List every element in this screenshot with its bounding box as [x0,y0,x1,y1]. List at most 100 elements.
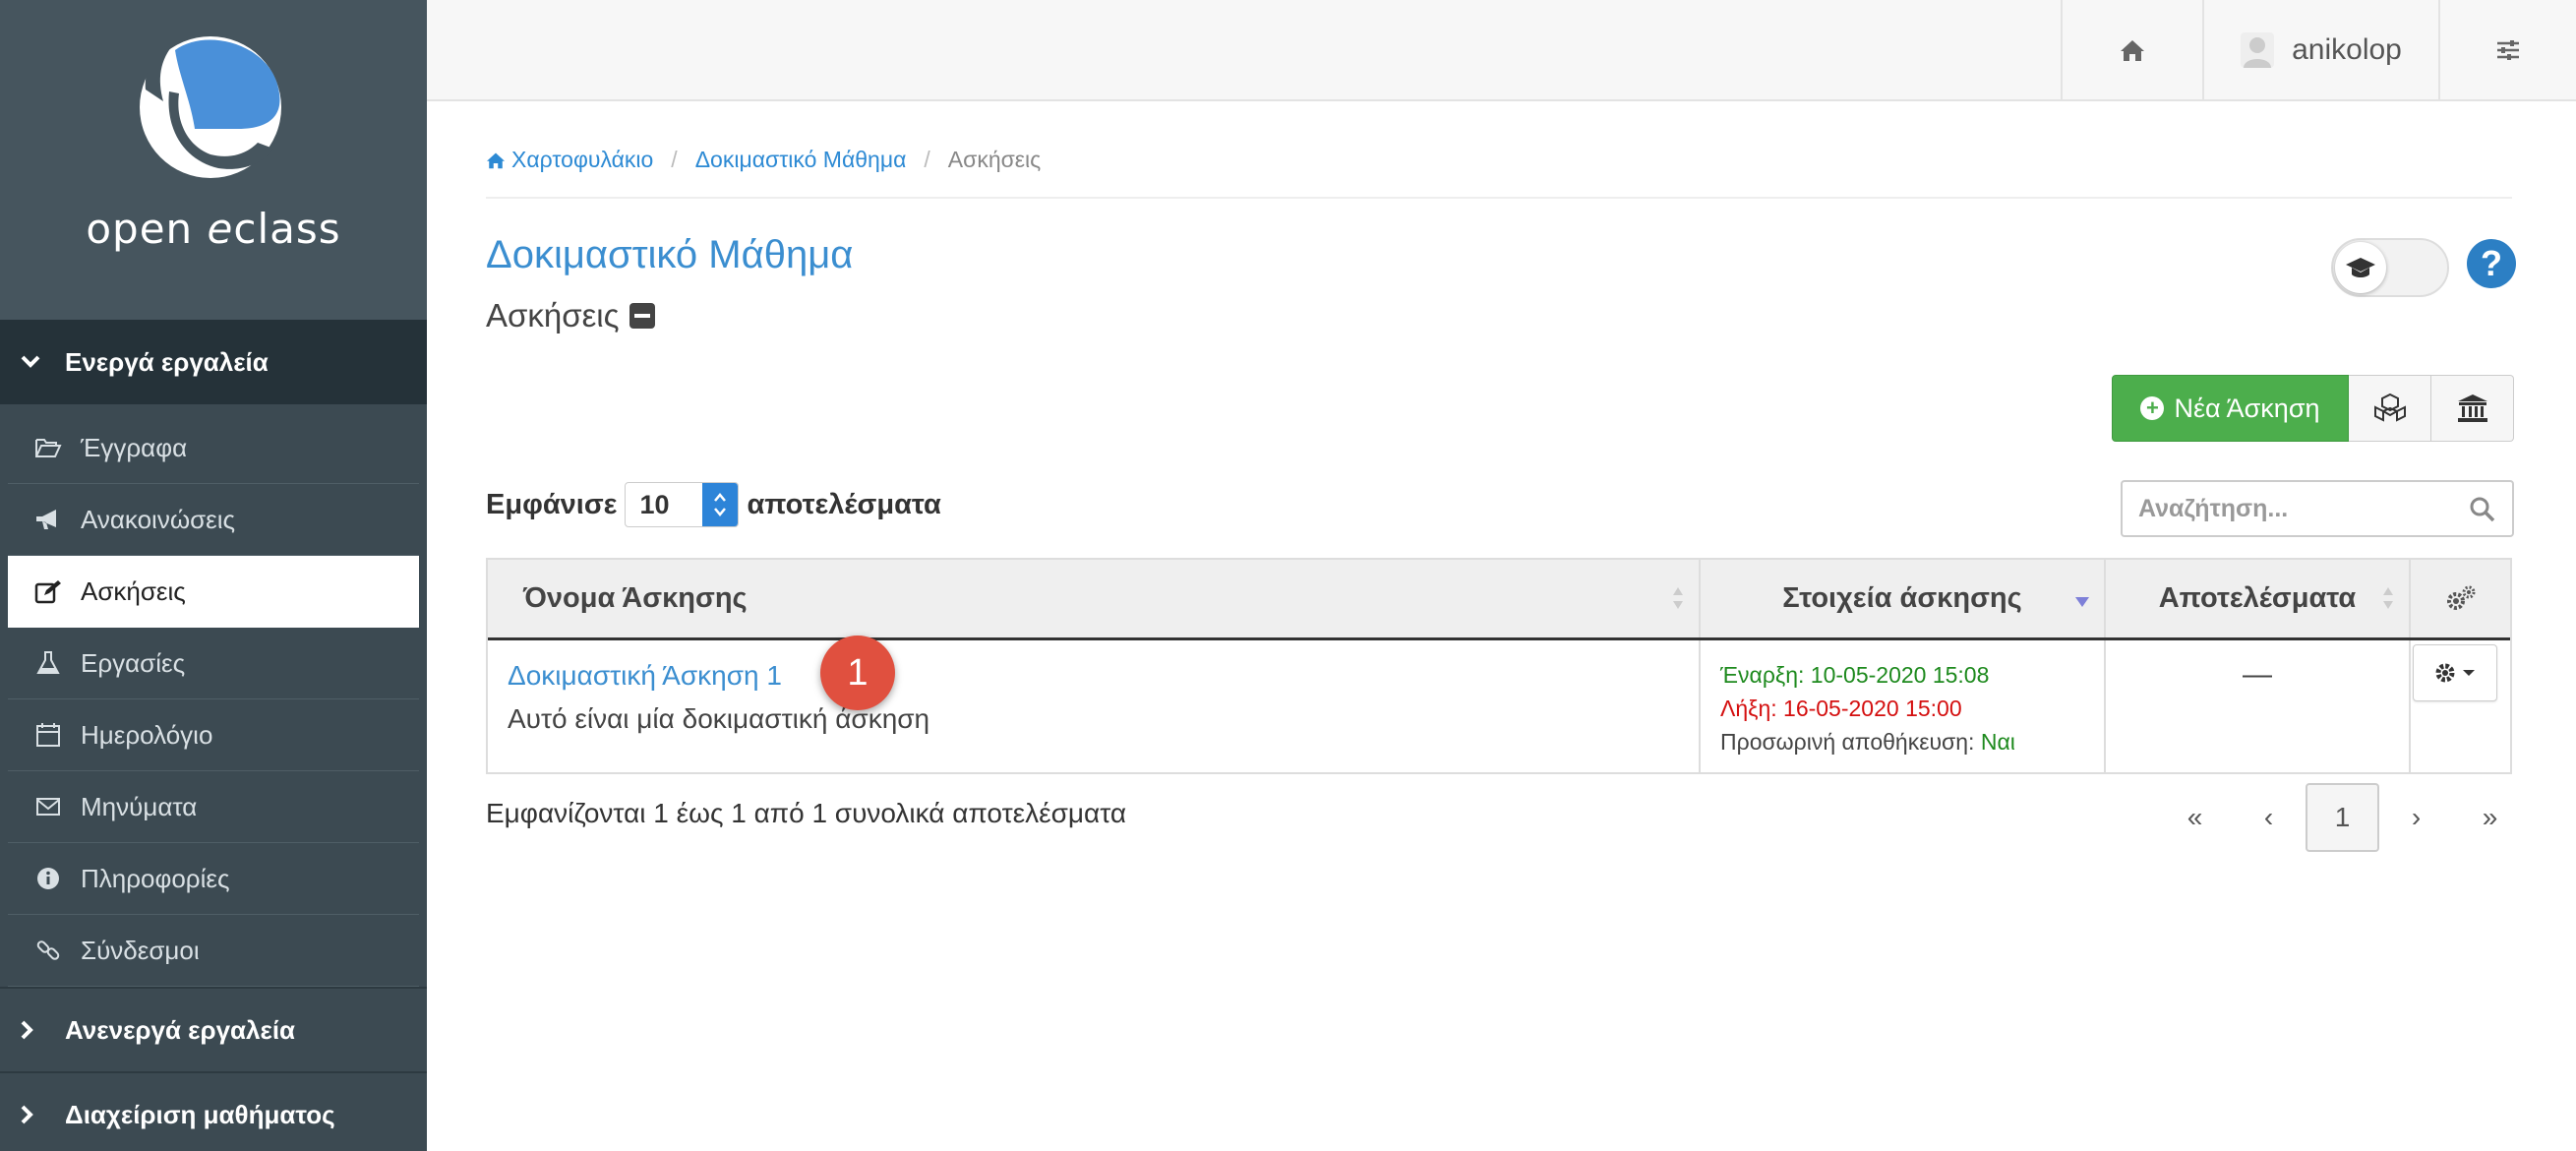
flask-icon [33,648,63,678]
sidebar-item-announcements[interactable]: Ανακοινώσεις [8,484,419,556]
plus-circle-icon: + [2140,396,2165,420]
settings-button[interactable] [2438,0,2576,99]
course-title[interactable]: Δοκιμαστικό Μάθημα [486,233,853,277]
column-header-details[interactable]: Στοιχεία άσκησης [1701,560,2106,637]
logo-area: open eclass [0,0,427,320]
link-icon [33,936,63,965]
exercise-description: Αυτό είναι μία δοκιμαστική άσκηση [508,703,930,734]
search-icon [2470,497,2495,522]
sidebar-item-assignments[interactable]: Εργασίες [8,628,419,699]
group-admin-label: Διαχείριση μαθήματος [65,1099,335,1129]
question-icon: ? [2481,243,2502,283]
bank-icon [2457,394,2487,422]
page-length-select[interactable]: 10 [625,482,740,527]
exercise-cell: Δοκιμαστική Άσκηση 1 Αυτό είναι μία δοκι… [488,640,1701,772]
sidebar-item-label: Ημερολόγιο [81,719,213,750]
sidebar-item-messages[interactable]: Μηνύματα [8,771,419,843]
student-view-toggle[interactable] [2331,238,2449,297]
folder-open-icon [33,433,63,462]
divider [486,197,2512,199]
group-course-admin[interactable]: Διαχείριση μαθήματος [0,1071,427,1151]
sidebar-item-info[interactable]: Πληροφορίες [8,843,419,915]
avatar-icon [2241,31,2275,68]
caret-down-icon [2463,670,2475,676]
sort-both-icon [2383,587,2393,609]
results-cell: — [2106,640,2411,772]
institution-button[interactable] [2431,375,2514,442]
group-active-label: Ενεργά εργαλεία [65,346,269,377]
pagination-prev[interactable]: ‹ [2232,783,2306,852]
pagination-next[interactable]: › [2379,783,2453,852]
results-value: — [2243,658,2272,691]
spinner-arrows-icon [702,483,739,526]
sidebar-item-calendar[interactable]: Ημερολόγιο [8,699,419,771]
sliders-icon [2497,39,2519,60]
group-inactive-tools[interactable]: Ανενεργά εργαλεία [0,987,427,1071]
column-header-label: Αποτελέσματα [2158,582,2357,614]
user-menu[interactable]: anikolop [2202,0,2438,99]
column-header-name[interactable]: Όνομα Άσκησης [488,560,1701,637]
exercises-table: Όνομα Άσκησης Στοιχεία άσκησης Αποτελέσμ… [486,558,2512,774]
step-badge: 1 [820,636,895,710]
question-bank-button[interactable] [2349,375,2431,442]
graduation-cap-icon [2335,242,2386,293]
group-active-tools[interactable]: Ενεργά εργαλεία [0,320,427,404]
breadcrumb-home-link[interactable]: Χαρτοφυλάκιο [511,147,653,173]
home-icon [2121,39,2144,61]
temp-save-value: Ναι [1980,729,2015,755]
logo-text: open eclass [86,205,341,253]
page-title: Ασκήσεις [486,297,655,334]
calendar-icon [33,720,63,750]
column-header-label: Στοιχεία άσκησης [1782,582,2022,614]
pagination-last[interactable]: » [2453,783,2527,852]
info-circle-icon [33,864,63,893]
home-icon [487,152,505,168]
home-button[interactable] [2061,0,2202,99]
search-placeholder: Αναζήτηση... [2138,494,2289,522]
sidebar-item-links[interactable]: Σύνδεσμοι [8,915,419,987]
column-header-label: Όνομα Άσκησης [523,582,748,614]
results-label: αποτελέσματα [747,488,941,520]
chevron-right-icon [20,1019,41,1041]
search-input[interactable]: Αναζήτηση... [2121,480,2514,537]
exercise-title-link[interactable]: Δοκιμαστική Άσκηση 1 [508,660,1699,692]
end-date: Λήξη: 16-05-2020 15:00 [1720,696,1962,721]
cubes-icon [2373,394,2406,422]
action-toolbar: + Νέα Άσκηση [2112,375,2514,442]
start-date: Έναρξη: 10-05-2020 15:08 [1720,662,1990,688]
chevron-right-icon [20,1104,41,1125]
collapse-icon[interactable] [629,303,655,329]
pagination-page-current[interactable]: 1 [2306,783,2379,852]
topbar: anikolop [427,0,2576,101]
column-header-results[interactable]: Αποτελέσματα [2106,560,2411,637]
sidebar-item-exercises[interactable]: Ασκήσεις [8,556,419,628]
column-header-tools [2411,560,2510,637]
pagination-first[interactable]: « [2158,783,2232,852]
breadcrumb: Χαρτοφυλάκιο / Δοκιμαστικό Μάθημα / Ασκή… [486,147,1041,173]
new-exercise-button[interactable]: + Νέα Άσκηση [2112,375,2349,442]
sidebar-item-label: Ανακοινώσεις [81,504,236,534]
sidebar-item-label: Ασκήσεις [81,576,186,606]
sidebar-item-label: Μηνύματα [81,791,198,821]
sidebar-item-label: Σύνδεσμοι [81,935,200,965]
row-actions-dropdown[interactable] [2413,644,2497,701]
table-info: Εμφανίζονται 1 έως 1 από 1 συνολικά αποτ… [486,798,1127,828]
sidebar-item-label: Έγγραφα [81,432,188,462]
gears-icon [2446,585,2475,610]
help-button[interactable]: ? [2467,239,2516,288]
group-inactive-label: Ανενεργά εργαλεία [65,1014,296,1045]
envelope-icon [33,792,63,821]
new-exercise-label: Νέα Άσκηση [2174,393,2320,423]
sidebar-item-label: Πληροφορίες [81,863,230,893]
breadcrumb-separator: / [671,147,678,172]
edit-icon [33,577,63,607]
open-eclass-logo-icon[interactable] [136,32,285,182]
sidebar-item-documents[interactable]: Έγγραφα [8,412,419,484]
sort-desc-icon [2075,597,2089,607]
temp-save-label: Προσωρινή αποθήκευση: [1720,729,1975,755]
breadcrumb-course-link[interactable]: Δοκιμαστικό Μάθημα [695,147,907,173]
table-row: Δοκιμαστική Άσκηση 1 Αυτό είναι μία δοκι… [488,640,2510,772]
exercise-details-cell: Έναρξη: 10-05-2020 15:08 Λήξη: 16-05-202… [1701,640,2106,772]
temp-save: Προσωρινή αποθήκευση: Ναι [1720,725,2104,758]
table-header: Όνομα Άσκησης Στοιχεία άσκησης Αποτελέσμ… [488,560,2510,640]
